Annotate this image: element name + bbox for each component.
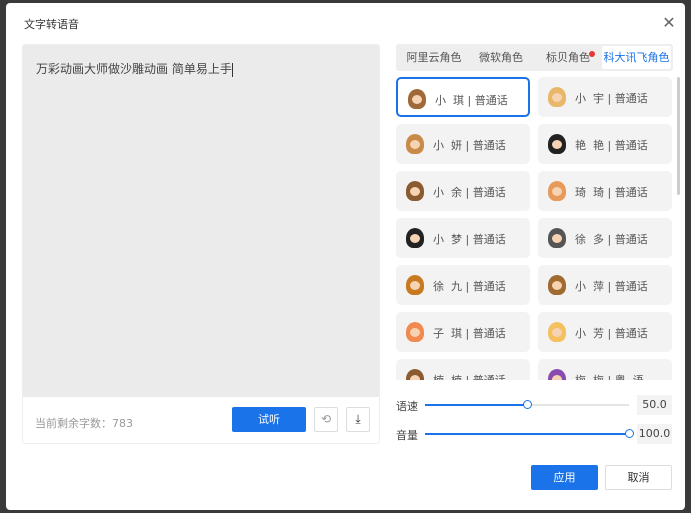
slider-row: 语速 50.0 [390, 395, 672, 415]
avatar [406, 369, 424, 380]
voice-card[interactable]: 小 余 | 普通话 [396, 171, 530, 211]
cancel-button[interactable]: 取消 [605, 465, 672, 490]
remaining-chars: 当前剩余字数：783 [35, 417, 133, 430]
voice-card[interactable]: 琦 琦 | 普通话 [538, 171, 672, 211]
avatar [548, 322, 566, 342]
new-badge [589, 51, 595, 57]
text-input[interactable]: 万彩动画大师做沙雕动画 简单易上手 [23, 45, 379, 397]
avatar [548, 87, 566, 107]
tab-label: 阿里云角色 [406, 51, 462, 64]
slider-value[interactable]: 100.0 [637, 424, 672, 444]
download-icon[interactable]: ⤓ [346, 407, 370, 432]
voice-name: 徐 多 | 普通话 [575, 233, 648, 246]
voice-card[interactable]: 子 琪 | 普通话 [396, 312, 530, 352]
tab-1[interactable]: 微软角色 [470, 46, 532, 69]
slider-label: 语速 [396, 400, 418, 413]
voice-card[interactable]: 小 宇 | 普通话 [538, 77, 672, 117]
slider-value[interactable]: 50.0 [637, 395, 672, 415]
text-content: 万彩动画大师做沙雕动画 简单易上手 [36, 62, 232, 76]
tab-0[interactable]: 阿里云角色 [400, 46, 468, 69]
avatar [548, 134, 566, 154]
voice-name: 小 萍 | 普通话 [575, 280, 648, 293]
avatar [548, 228, 566, 248]
tab-2[interactable]: 标贝角色 [536, 46, 600, 69]
dialog-title: 文字转语音 [24, 18, 79, 31]
voice-list-scrollbar[interactable] [677, 77, 680, 195]
voice-name: 小 妍 | 普通话 [433, 139, 506, 152]
avatar [548, 369, 566, 380]
voice-name: 艳 艳 | 普通话 [575, 139, 648, 152]
tab-label: 微软角色 [479, 51, 523, 64]
avatar [406, 228, 424, 248]
voice-card[interactable]: 小 芳 | 普通话 [538, 312, 672, 352]
voice-name: 小 芳 | 普通话 [575, 327, 648, 340]
voice-card[interactable]: 徐 九 | 普通话 [396, 265, 530, 305]
text-caret [231, 62, 233, 77]
voice-card[interactable]: 小 琪 | 普通话 [396, 77, 530, 117]
avatar [406, 275, 424, 295]
avatar [406, 322, 424, 342]
voice-card[interactable]: 梅 梅 | 粤 语 [538, 359, 672, 380]
voice-card[interactable]: 徐 多 | 普通话 [538, 218, 672, 258]
voice-provider-tabs: 阿里云角色 微软角色 标贝角色 科大讯飞角色 [396, 44, 673, 71]
tab-3[interactable]: 科大讯飞角色 [602, 46, 671, 69]
voice-list: 小 琪 | 普通话 小 宇 | 普通话小 妍 | 普通话 艳 艳 | 普通话小 余 … [396, 77, 676, 380]
voice-name: 子 琪 | 普通话 [433, 327, 506, 340]
slider-row: 音量 100.0 [390, 424, 672, 444]
history-icon[interactable]: ⟲ [314, 407, 338, 432]
editor-panel: 万彩动画大师做沙雕动画 简单易上手 当前剩余字数：783 试听 ⟲ ⤓ [22, 44, 380, 444]
apply-button[interactable]: 应用 [531, 465, 598, 490]
voice-card[interactable]: 小 萍 | 普通话 [538, 265, 672, 305]
slider-track[interactable] [425, 429, 634, 438]
avatar [548, 181, 566, 201]
voice-name: 小 梦 | 普通话 [433, 233, 506, 246]
voice-card[interactable]: 小 妍 | 普通话 [396, 124, 530, 164]
slider-handle[interactable] [523, 400, 532, 409]
avatar [406, 181, 424, 201]
try-listen-button[interactable]: 试听 [232, 407, 306, 432]
avatar [406, 134, 424, 154]
voice-name: 琦 琦 | 普通话 [575, 186, 648, 199]
editor-footer: 当前剩余字数：783 试听 ⟲ ⤓ [23, 397, 379, 443]
voice-name: 小 宇 | 普通话 [575, 92, 648, 105]
voice-card[interactable]: 楠 楠 | 普通话 [396, 359, 530, 380]
close-icon[interactable]: ✕ [661, 15, 677, 31]
voice-card[interactable]: 艳 艳 | 普通话 [538, 124, 672, 164]
voice-name: 小 余 | 普通话 [433, 186, 506, 199]
slider-fill [425, 404, 527, 406]
voice-name: 小 琪 | 普通话 [435, 94, 508, 107]
voice-name: 徐 九 | 普通话 [433, 280, 506, 293]
slider-handle[interactable] [625, 429, 634, 438]
avatar [408, 89, 426, 109]
slider-label: 音量 [396, 429, 418, 442]
voice-name: 楠 楠 | 普通话 [433, 372, 506, 380]
slider-fill [425, 433, 629, 435]
voice-card[interactable]: 小 梦 | 普通话 [396, 218, 530, 258]
slider-track[interactable] [425, 400, 629, 409]
avatar [548, 275, 566, 295]
tab-label: 标贝角色 [546, 51, 595, 64]
voice-name: 梅 梅 | 粤 语 [575, 372, 644, 380]
tab-label: 科大讯飞角色 [603, 51, 670, 64]
